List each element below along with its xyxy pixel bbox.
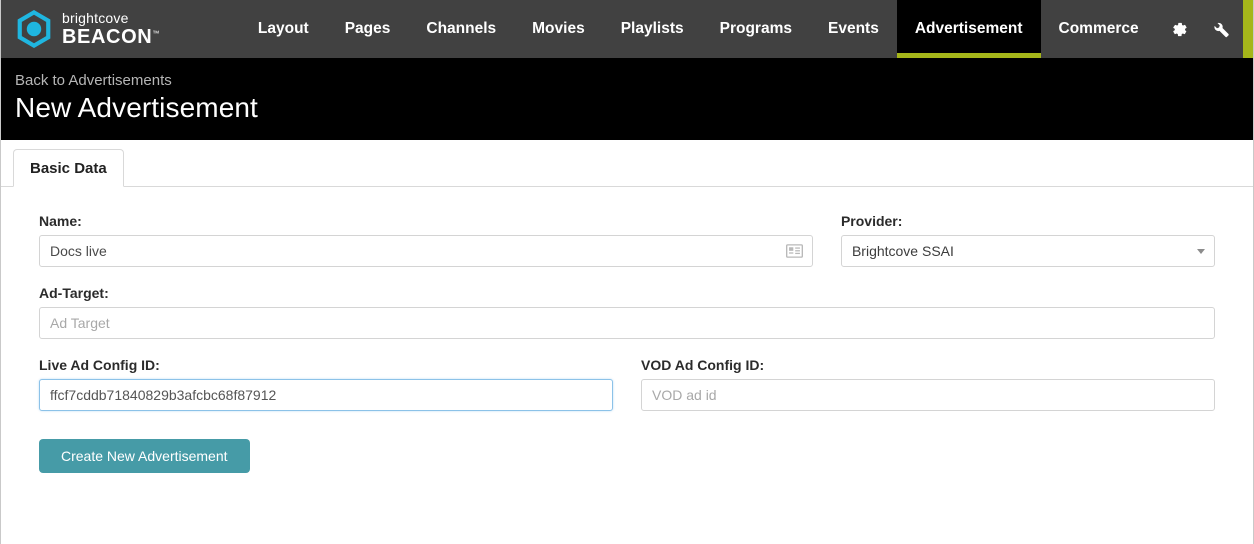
ad-target-input-wrap [39, 307, 1215, 339]
field-ad-target: Ad-Target: [39, 285, 1215, 339]
nav-item-playlists[interactable]: Playlists [603, 0, 702, 58]
field-name: Name: [39, 213, 813, 267]
vod-ad-config-id-label: VOD Ad Config ID: [641, 357, 765, 373]
live-ad-config-id-input-wrap [39, 379, 613, 411]
ad-target-label: Ad-Target: [39, 285, 109, 301]
nav-item-channels[interactable]: Channels [408, 0, 514, 58]
nav-item-advertisement[interactable]: Advertisement [896, 0, 1041, 58]
tools-button[interactable] [1200, 0, 1243, 58]
back-to-advertisements-link[interactable]: Back to Advertisements [15, 72, 172, 89]
vod-ad-config-id-input[interactable] [641, 379, 1215, 411]
brand-name-bottom: BEACON [62, 26, 153, 48]
gear-icon [1170, 21, 1187, 38]
hexagon-circle-logo-icon [15, 9, 53, 49]
app-window: brightcove BEACON™ Layout Pages Channels… [0, 0, 1254, 544]
brand-name-top: brightcove [62, 10, 129, 26]
form-row-name-provider: Name: Prov [39, 213, 1215, 267]
name-input[interactable] [39, 235, 813, 267]
advertisement-form: Name: Prov [1, 187, 1253, 473]
form-row-ad-target: Ad-Target: [39, 285, 1215, 339]
page-title: New Advertisement [15, 92, 258, 123]
tab-basic-data[interactable]: Basic Data [13, 149, 124, 187]
nav-item-movies[interactable]: Movies [514, 0, 603, 58]
nav-item-commerce[interactable]: Commerce [1041, 0, 1157, 58]
provider-label: Provider: [840, 213, 903, 229]
field-vod-ad-config-id: VOD Ad Config ID: [641, 357, 1215, 411]
nav-item-programs[interactable]: Programs [702, 0, 810, 58]
form-row-config-ids: Live Ad Config ID: VOD Ad Config ID: [39, 357, 1215, 411]
vod-ad-config-id-input-wrap [641, 379, 1215, 411]
nav-item-events[interactable]: Events [810, 0, 897, 58]
nav-item-pages[interactable]: Pages [327, 0, 409, 58]
nav-item-layout[interactable]: Layout [240, 0, 327, 58]
nav-items: Layout Pages Channels Movies Playlists P… [240, 0, 1243, 58]
ad-target-input[interactable] [39, 307, 1215, 339]
provider-selected-value: Brightcove SSAI [851, 243, 954, 259]
settings-button[interactable] [1157, 0, 1200, 58]
brand-logo[interactable]: brightcove BEACON™ [1, 0, 178, 58]
live-ad-config-id-label: Live Ad Config ID: [39, 357, 160, 373]
name-label: Name: [39, 213, 82, 229]
tab-strip: Basic Data [1, 140, 1253, 187]
field-provider: Provider: Brightcove SSAI [840, 213, 1215, 267]
live-ad-config-id-input[interactable] [39, 379, 613, 411]
wrench-icon [1213, 21, 1230, 38]
provider-select[interactable]: Brightcove SSAI [840, 235, 1215, 267]
page-header: Back to Advertisements New Advertisement [1, 58, 1253, 140]
create-new-advertisement-button[interactable]: Create New Advertisement [39, 439, 250, 473]
name-input-wrap [39, 235, 813, 267]
field-live-ad-config-id: Live Ad Config ID: [39, 357, 613, 411]
top-navigation-bar: brightcove BEACON™ Layout Pages Channels… [1, 0, 1253, 58]
user-menu[interactable]: Jeff Doktor [1242, 0, 1253, 58]
trademark-symbol: ™ [152, 30, 160, 38]
provider-select-wrap: Brightcove SSAI [840, 235, 1215, 267]
